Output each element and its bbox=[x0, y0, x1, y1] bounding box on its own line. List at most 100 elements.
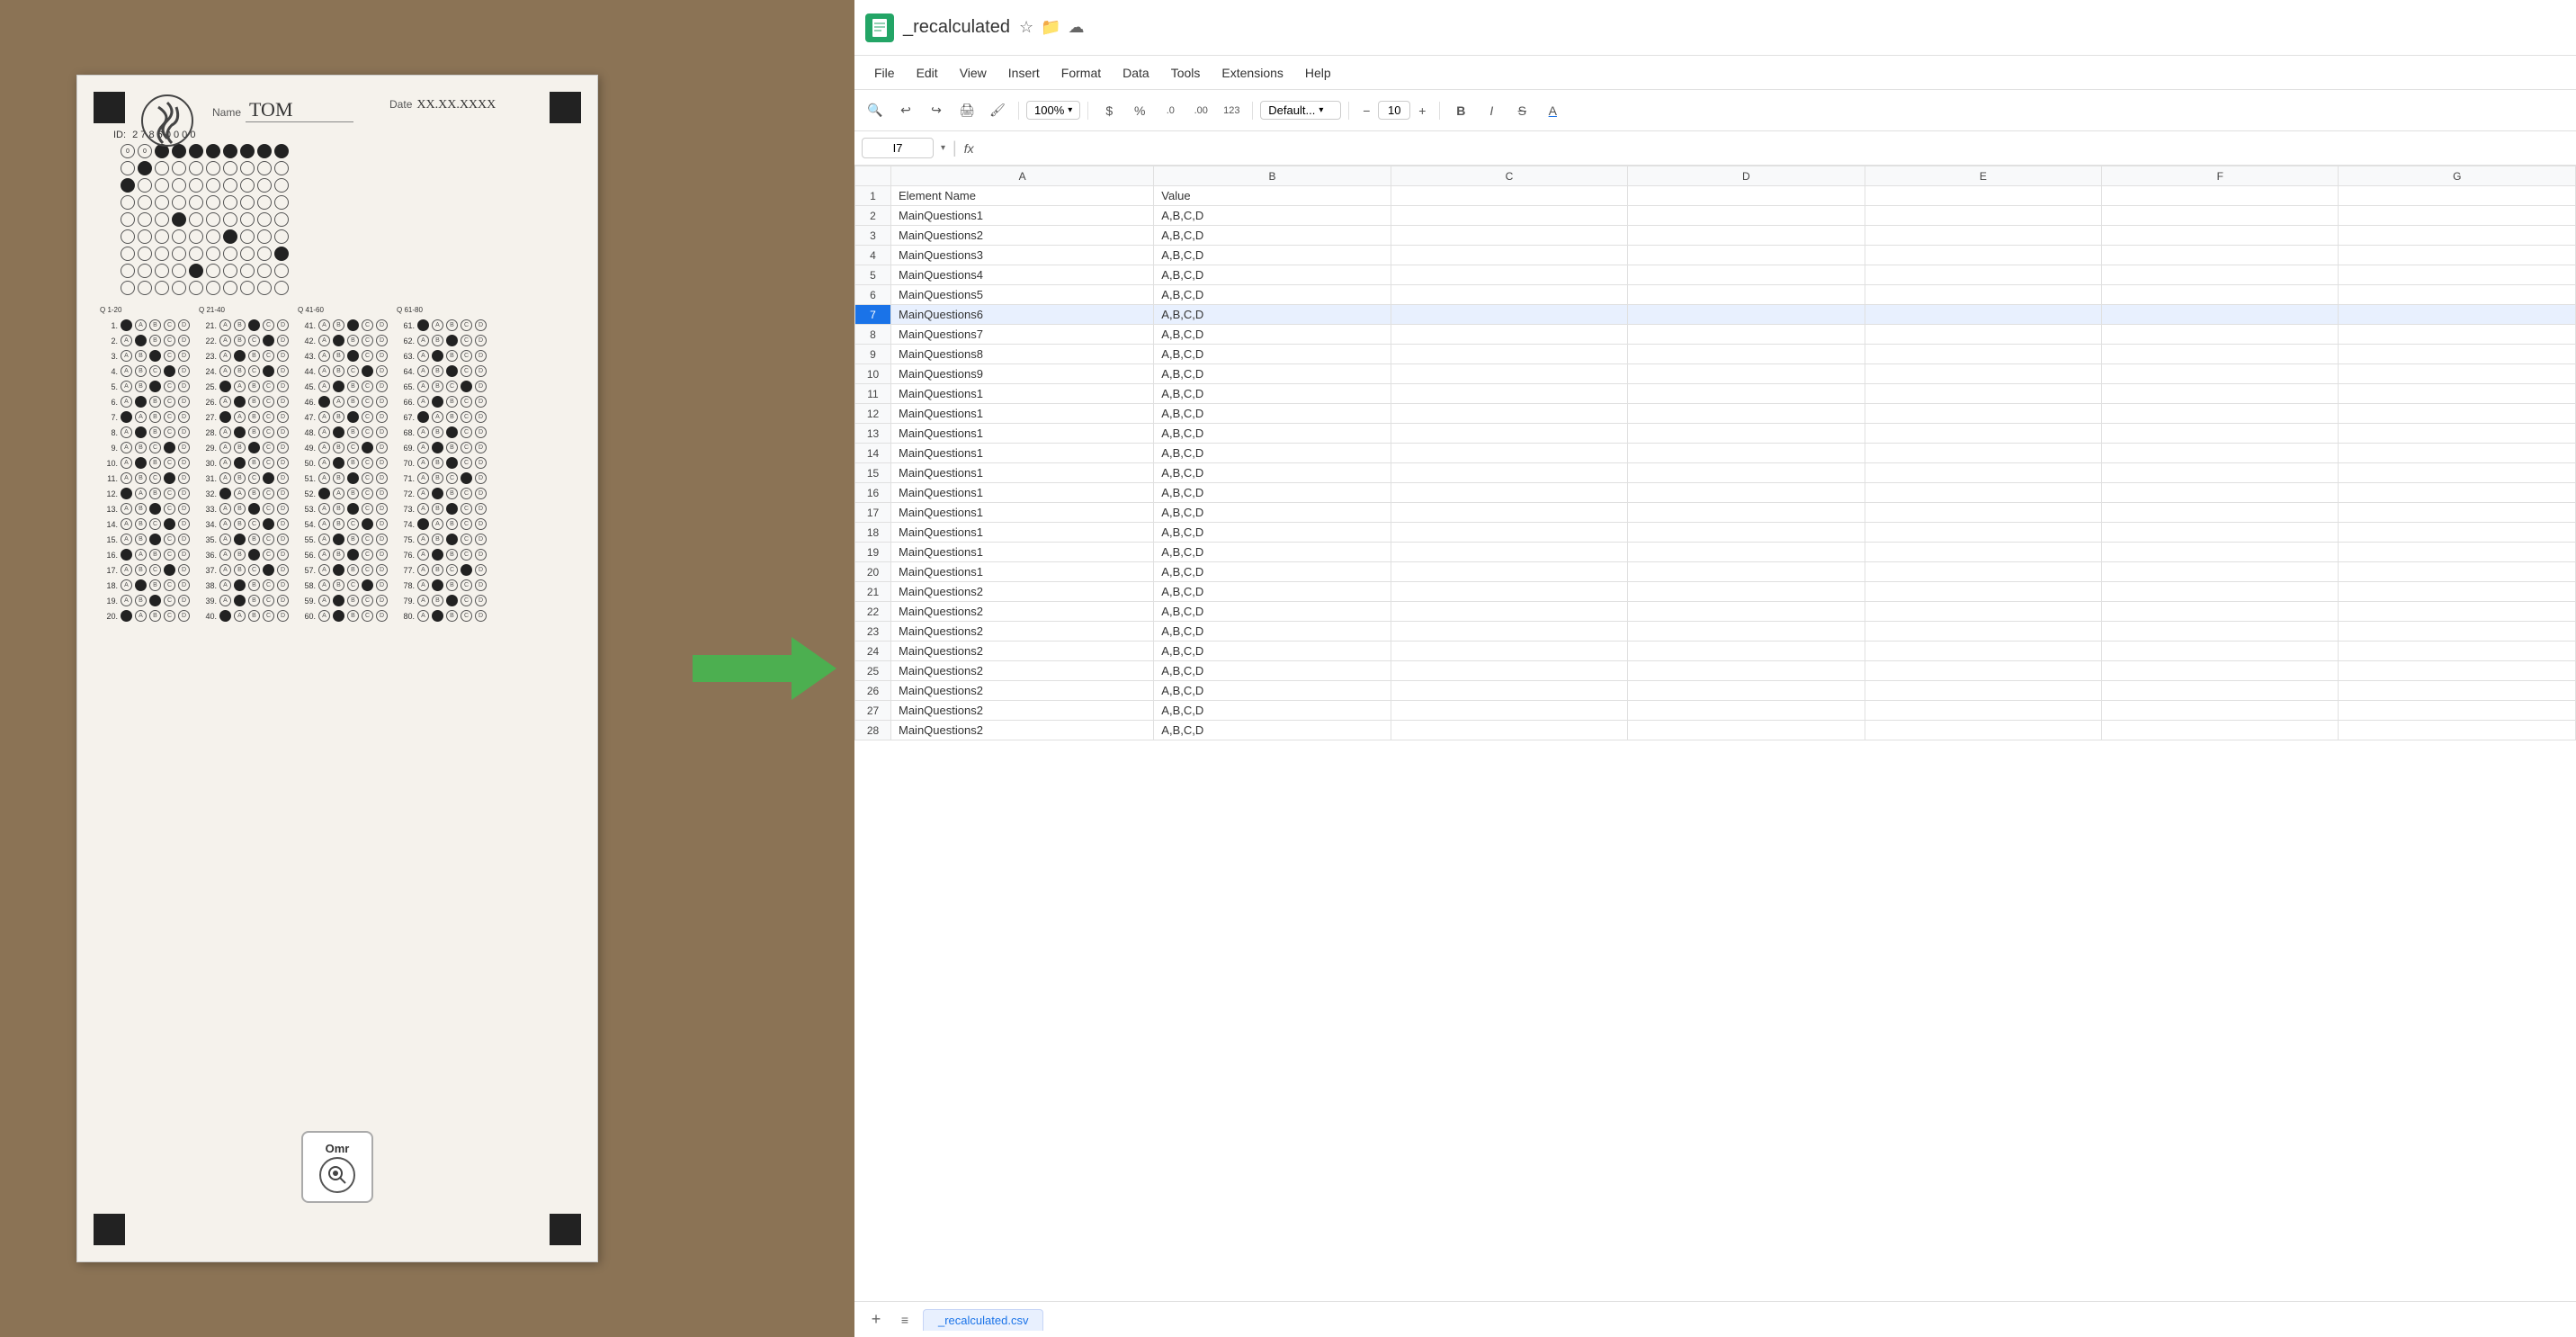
table-row[interactable]: 25 MainQuestions2 A,B,C,D bbox=[855, 661, 2576, 681]
cell-d[interactable] bbox=[1628, 265, 1865, 285]
cell-a[interactable]: MainQuestions9 bbox=[891, 364, 1154, 384]
cell-c[interactable] bbox=[1391, 463, 1627, 483]
cell-e[interactable] bbox=[1865, 642, 2101, 661]
cell-g[interactable] bbox=[2339, 582, 2576, 602]
cell-a[interactable]: MainQuestions1 bbox=[891, 503, 1154, 523]
cell-c[interactable] bbox=[1391, 206, 1627, 226]
cell-b[interactable]: A,B,C,D bbox=[1154, 602, 1391, 622]
menu-format[interactable]: Format bbox=[1052, 62, 1110, 84]
cell-g[interactable] bbox=[2339, 285, 2576, 305]
font-size-increase-btn[interactable]: + bbox=[1412, 101, 1432, 121]
cell-g[interactable] bbox=[2339, 523, 2576, 543]
menu-view[interactable]: View bbox=[951, 62, 996, 84]
cell-d[interactable] bbox=[1628, 463, 1865, 483]
cell-e[interactable] bbox=[1865, 701, 2101, 721]
cell-c[interactable] bbox=[1391, 642, 1627, 661]
cell-g[interactable] bbox=[2339, 622, 2576, 642]
cell-g[interactable] bbox=[2339, 602, 2576, 622]
paint-format-btn[interactable]: 🖌 bbox=[984, 97, 1011, 124]
menu-tools[interactable]: Tools bbox=[1162, 62, 1210, 84]
cell-b[interactable]: A,B,C,D bbox=[1154, 246, 1391, 265]
cell-c[interactable] bbox=[1391, 325, 1627, 345]
cell-c[interactable] bbox=[1391, 543, 1627, 562]
cell-a[interactable]: MainQuestions2 bbox=[891, 721, 1154, 740]
cell-b[interactable]: A,B,C,D bbox=[1154, 721, 1391, 740]
table-row[interactable]: 2 MainQuestions1 A,B,C,D bbox=[855, 206, 2576, 226]
col-header-c[interactable]: C bbox=[1391, 166, 1627, 186]
table-row[interactable]: 5 MainQuestions4 A,B,C,D bbox=[855, 265, 2576, 285]
table-row[interactable]: 3 MainQuestions2 A,B,C,D bbox=[855, 226, 2576, 246]
cell-c[interactable] bbox=[1391, 483, 1627, 503]
cell-g[interactable] bbox=[2339, 503, 2576, 523]
cell-a[interactable]: MainQuestions2 bbox=[891, 226, 1154, 246]
cell-e[interactable] bbox=[1865, 661, 2101, 681]
cell-g[interactable] bbox=[2339, 305, 2576, 325]
cell-g[interactable] bbox=[2339, 483, 2576, 503]
cell-f[interactable] bbox=[2102, 622, 2339, 642]
col-header-d[interactable]: D bbox=[1628, 166, 1865, 186]
cell-a[interactable]: MainQuestions1 bbox=[891, 444, 1154, 463]
cell-g[interactable] bbox=[2339, 681, 2576, 701]
cell-a[interactable]: MainQuestions2 bbox=[891, 582, 1154, 602]
cell-a[interactable]: MainQuestions6 bbox=[891, 305, 1154, 325]
sheet-tab-recalculated[interactable]: _recalculated.csv bbox=[923, 1309, 1043, 1331]
cell-g[interactable] bbox=[2339, 364, 2576, 384]
cloud-icon[interactable]: ☁ bbox=[1069, 18, 1085, 37]
cell-d[interactable] bbox=[1628, 226, 1865, 246]
cell-f[interactable] bbox=[2102, 681, 2339, 701]
table-row[interactable]: 12 MainQuestions1 A,B,C,D bbox=[855, 404, 2576, 424]
cell-d[interactable] bbox=[1628, 364, 1865, 384]
cell-f[interactable] bbox=[2102, 503, 2339, 523]
cell-e[interactable] bbox=[1865, 681, 2101, 701]
font-family-select[interactable]: Default... ▾ bbox=[1260, 101, 1341, 120]
strikethrough-btn[interactable]: S bbox=[1508, 97, 1535, 124]
cell-c[interactable] bbox=[1391, 622, 1627, 642]
cell-f[interactable] bbox=[2102, 543, 2339, 562]
cell-e[interactable] bbox=[1865, 246, 2101, 265]
cell-e[interactable] bbox=[1865, 424, 2101, 444]
cell-f[interactable] bbox=[2102, 642, 2339, 661]
font-size-decrease-btn[interactable]: − bbox=[1356, 101, 1376, 121]
cell-g[interactable] bbox=[2339, 543, 2576, 562]
cell-b[interactable]: A,B,C,D bbox=[1154, 384, 1391, 404]
menu-extensions[interactable]: Extensions bbox=[1212, 62, 1292, 84]
cell-b[interactable]: Value bbox=[1154, 186, 1391, 206]
cell-a[interactable]: Element Name bbox=[891, 186, 1154, 206]
table-row[interactable]: 27 MainQuestions2 A,B,C,D bbox=[855, 701, 2576, 721]
table-row[interactable]: 10 MainQuestions9 A,B,C,D bbox=[855, 364, 2576, 384]
cell-g[interactable] bbox=[2339, 345, 2576, 364]
table-row[interactable]: 8 MainQuestions7 A,B,C,D bbox=[855, 325, 2576, 345]
cell-f[interactable] bbox=[2102, 186, 2339, 206]
redo-btn[interactable]: ↪ bbox=[923, 97, 950, 124]
cell-d[interactable] bbox=[1628, 444, 1865, 463]
cell-c[interactable] bbox=[1391, 364, 1627, 384]
cell-g[interactable] bbox=[2339, 384, 2576, 404]
print-btn[interactable]: 🖨 bbox=[953, 97, 980, 124]
cell-d[interactable] bbox=[1628, 206, 1865, 226]
cell-d[interactable] bbox=[1628, 661, 1865, 681]
cell-e[interactable] bbox=[1865, 543, 2101, 562]
cell-c[interactable] bbox=[1391, 503, 1627, 523]
cell-b[interactable]: A,B,C,D bbox=[1154, 562, 1391, 582]
cell-c[interactable] bbox=[1391, 384, 1627, 404]
cell-g[interactable] bbox=[2339, 186, 2576, 206]
cell-a[interactable]: MainQuestions8 bbox=[891, 345, 1154, 364]
cell-c[interactable] bbox=[1391, 721, 1627, 740]
cell-b[interactable]: A,B,C,D bbox=[1154, 424, 1391, 444]
folder-icon[interactable]: 📁 bbox=[1041, 18, 1060, 37]
zoom-control[interactable]: 100% ▾ bbox=[1026, 101, 1080, 120]
font-color-btn[interactable]: A bbox=[1539, 97, 1566, 124]
cell-b[interactable]: A,B,C,D bbox=[1154, 265, 1391, 285]
cell-a[interactable]: MainQuestions7 bbox=[891, 325, 1154, 345]
cell-b[interactable]: A,B,C,D bbox=[1154, 543, 1391, 562]
cell-c[interactable] bbox=[1391, 186, 1627, 206]
cell-b[interactable]: A,B,C,D bbox=[1154, 463, 1391, 483]
cell-b[interactable]: A,B,C,D bbox=[1154, 622, 1391, 642]
cell-c[interactable] bbox=[1391, 523, 1627, 543]
cell-f[interactable] bbox=[2102, 246, 2339, 265]
cell-e[interactable] bbox=[1865, 364, 2101, 384]
italic-btn[interactable]: I bbox=[1478, 97, 1505, 124]
cell-f[interactable] bbox=[2102, 404, 2339, 424]
cell-g[interactable] bbox=[2339, 701, 2576, 721]
cell-a[interactable]: MainQuestions5 bbox=[891, 285, 1154, 305]
